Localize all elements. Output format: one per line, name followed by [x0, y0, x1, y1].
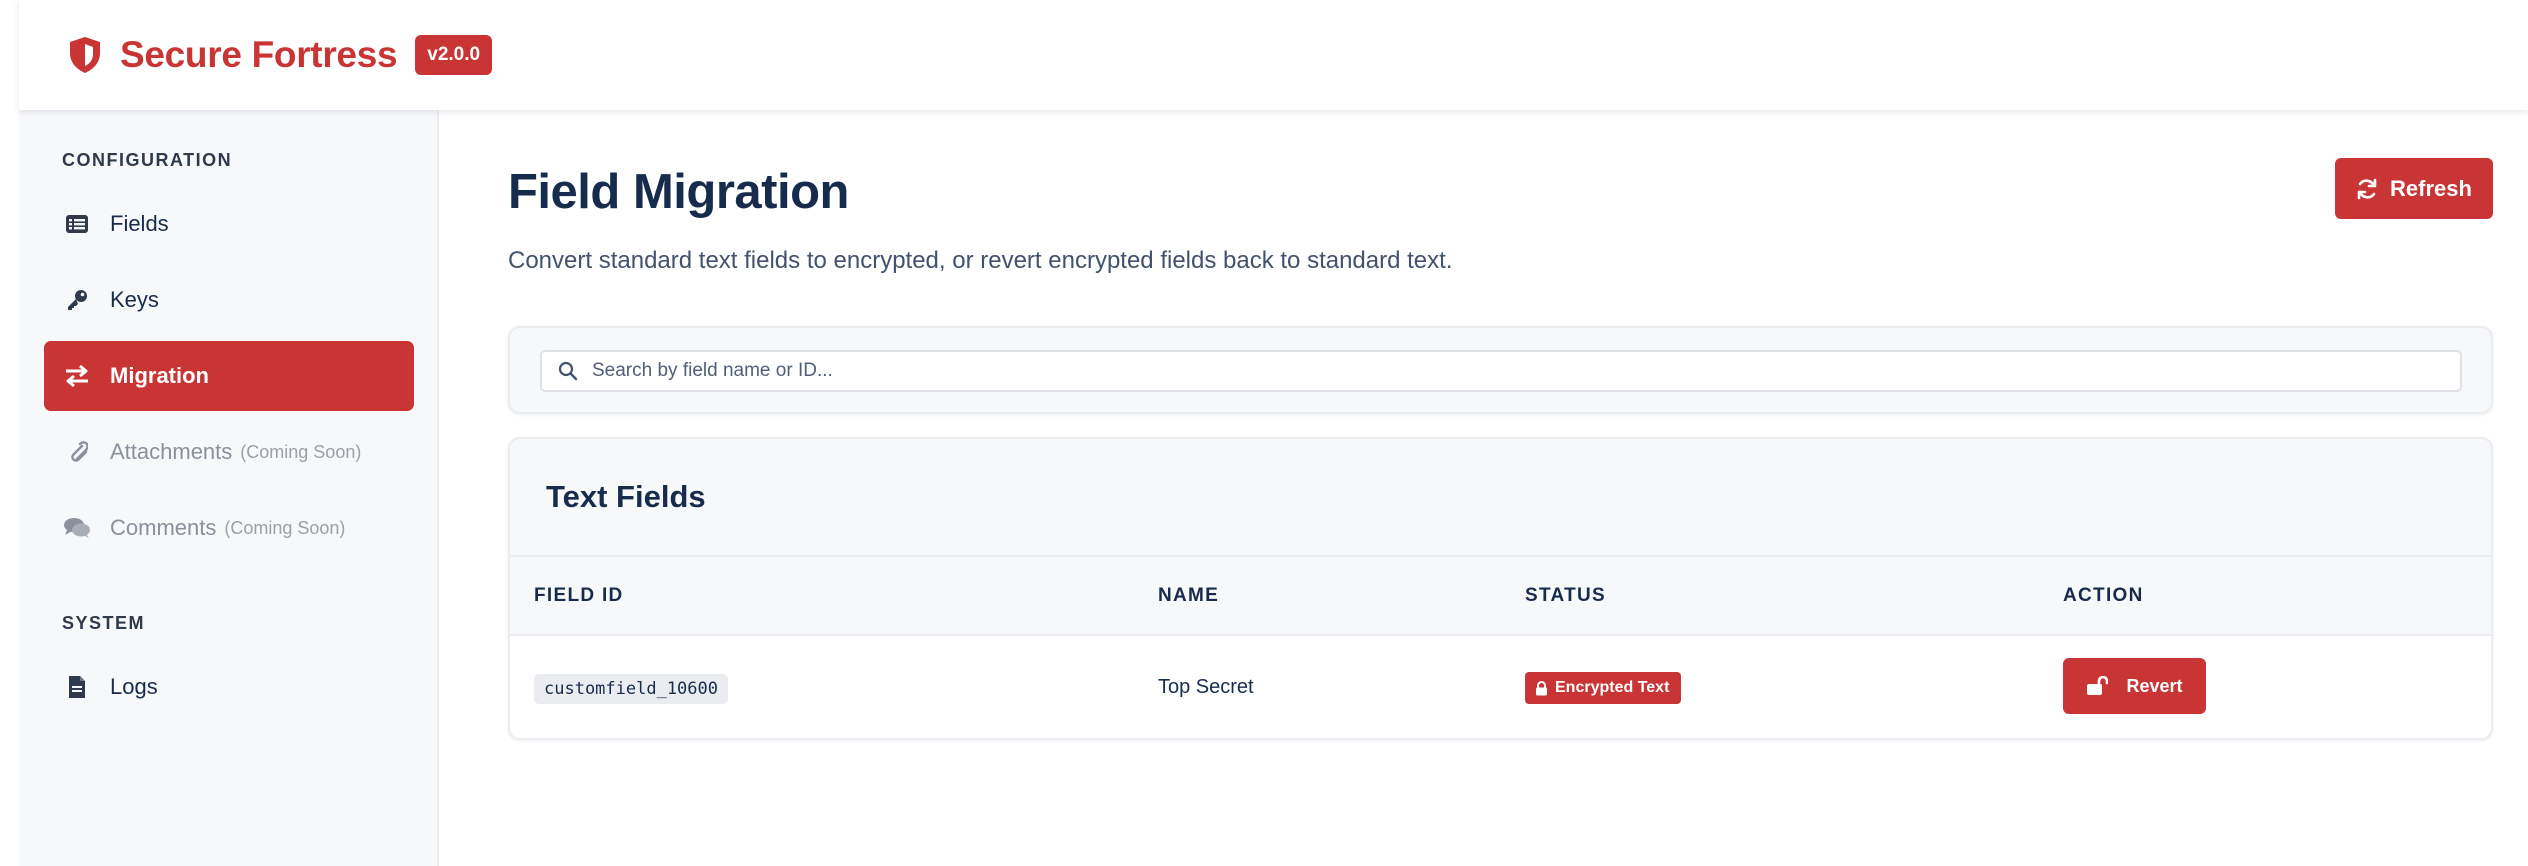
table-header: FIELD ID NAME STATUS ACTION [510, 555, 2491, 636]
refresh-icon [2356, 178, 2378, 200]
search-field[interactable] [540, 350, 2462, 392]
sidebar-section-system: SYSTEM [62, 613, 146, 633]
sidebar-item-label: Logs [110, 674, 158, 699]
list-icon [62, 209, 92, 239]
table-title: Text Fields [546, 479, 706, 514]
search-card [508, 326, 2493, 414]
app-root: Secure Fortress v2.0.0 CONFIGURATION Fie… [19, 0, 2528, 866]
sidebar: CONFIGURATION Fields Keys Migration Atta… [19, 110, 439, 866]
version-badge: v2.0.0 [415, 35, 493, 75]
column-header-action: ACTION [2063, 585, 2144, 606]
sidebar-item-comments: Comments (Coming Soon) [44, 493, 414, 563]
sidebar-item-label: Attachments [110, 439, 233, 464]
table-row: customfield_10600 Top Secret Encrypted T… [510, 636, 2491, 738]
sidebar-item-label: Keys [110, 287, 159, 312]
sidebar-item-fields[interactable]: Fields [44, 189, 414, 259]
sidebar-item-label: Fields [110, 211, 169, 236]
field-id-code: customfield_10600 [534, 674, 728, 704]
lock-icon [1535, 680, 1548, 696]
unlock-icon [2086, 676, 2109, 696]
column-header-status: STATUS [1525, 585, 1606, 606]
revert-button-label: Revert [2126, 675, 2183, 696]
coming-soon-label: (Coming Soon) [224, 517, 346, 538]
sidebar-item-logs[interactable]: Logs [44, 652, 414, 722]
paperclip-icon [62, 437, 92, 467]
app-header: Secure Fortress v2.0.0 [19, 0, 2528, 110]
search-input[interactable] [592, 360, 2442, 382]
key-icon [62, 285, 92, 315]
coming-soon-label: (Coming Soon) [240, 441, 362, 462]
status-badge-label: Encrypted Text [1555, 679, 1670, 696]
refresh-button[interactable]: Refresh [2335, 158, 2493, 219]
sidebar-item-label: Migration [110, 363, 209, 388]
search-icon [558, 361, 578, 381]
swap-arrows-icon [62, 361, 92, 391]
page-title: Field Migration [508, 165, 849, 219]
sidebar-item-label: Comments [110, 515, 217, 540]
sidebar-item-attachments: Attachments (Coming Soon) [44, 417, 414, 487]
column-header-field-id: FIELD ID [534, 585, 624, 606]
file-icon [62, 672, 92, 702]
column-header-name: NAME [1158, 585, 1220, 606]
sidebar-item-keys[interactable]: Keys [44, 265, 414, 335]
shield-icon [65, 35, 105, 75]
revert-button[interactable]: Revert [2063, 658, 2206, 714]
sidebar-section-configuration: CONFIGURATION [62, 150, 233, 170]
text-fields-card: Text Fields FIELD ID NAME STATUS ACTION … [508, 437, 2493, 740]
brand-name: Secure Fortress [120, 34, 398, 75]
field-name: Top Secret [1158, 676, 1254, 698]
sidebar-item-migration[interactable]: Migration [44, 341, 414, 411]
main-content: Field Migration Convert standard text fi… [439, 110, 2528, 866]
comments-icon [62, 513, 92, 543]
status-badge: Encrypted Text [1525, 672, 1682, 704]
page-subtitle: Convert standard text fields to encrypte… [508, 247, 1453, 274]
refresh-button-label: Refresh [2390, 175, 2472, 201]
